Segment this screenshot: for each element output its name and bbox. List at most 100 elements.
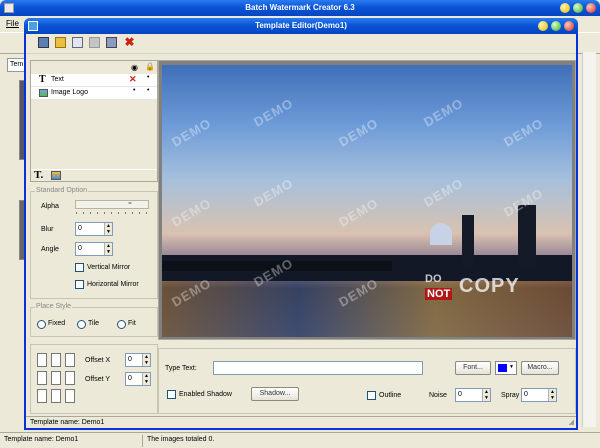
spray-input[interactable]: 0 ▲ ▼ bbox=[521, 388, 557, 402]
editor-title-bar: Template Editor(Demo1) bbox=[24, 18, 578, 34]
shadow-button[interactable]: Shadow... bbox=[251, 387, 299, 401]
offset-x-label: Offset X bbox=[85, 357, 111, 364]
offset-y-input[interactable]: 0 ▲ ▼ bbox=[125, 372, 151, 386]
angle-input[interactable]: 0 ▲ ▼ bbox=[75, 242, 113, 256]
status-total: The images totaled 0. bbox=[147, 436, 215, 443]
align-middle-left-button[interactable] bbox=[37, 371, 47, 385]
align-center-button[interactable] bbox=[51, 371, 61, 385]
place-tile-radio[interactable] bbox=[77, 320, 86, 329]
main-title-bar: Batch Watermark Creator 6.3 bbox=[0, 0, 600, 16]
menu-file[interactable]: File bbox=[6, 19, 19, 28]
add-image-layer-icon[interactable] bbox=[51, 171, 61, 180]
layer-panel: ◉ 🔒 T Text ✕ • Image Logo • • T. bbox=[30, 60, 158, 182]
resize-grip-icon[interactable]: ◢ bbox=[569, 418, 574, 426]
align-top-center-button[interactable] bbox=[51, 353, 61, 367]
preview-image[interactable]: DEMO DEMO DEMO DEMO DEMO DEMO DEMO DEMO … bbox=[162, 65, 572, 337]
align-top-left-button[interactable] bbox=[37, 353, 47, 367]
editor-status-text: Template name: Demo1 bbox=[30, 419, 105, 426]
offset-group: Offset X 0 ▲ ▼ Offset Y 0 ▲ ▼ bbox=[30, 344, 158, 414]
text-icon: T bbox=[39, 74, 46, 85]
layer-lock-dot-icon[interactable]: • bbox=[147, 74, 149, 81]
delete-icon[interactable]: ✖ bbox=[124, 36, 135, 48]
angle-spin-down[interactable]: ▼ bbox=[104, 249, 112, 255]
preview-tower-left bbox=[462, 215, 474, 265]
blur-label: Blur bbox=[41, 226, 54, 233]
open-folder-icon[interactable] bbox=[55, 37, 66, 48]
editor-minimize-button[interactable] bbox=[538, 21, 548, 31]
alpha-slider[interactable]: = bbox=[75, 200, 149, 216]
demo-watermark: DEMO bbox=[421, 175, 466, 210]
color-picker[interactable]: ▼ bbox=[495, 361, 517, 375]
copy-template-icon[interactable] bbox=[72, 37, 83, 48]
layer-row-text[interactable]: T Text ✕ • bbox=[31, 74, 157, 87]
editor-toolbar: ✖ bbox=[26, 34, 576, 54]
place-fit-radio[interactable] bbox=[117, 320, 126, 329]
outline-label: Outline bbox=[379, 392, 402, 399]
demo-watermark: DEMO bbox=[251, 175, 296, 210]
font-button[interactable]: Font... bbox=[455, 361, 491, 375]
blur-spin-down[interactable]: ▼ bbox=[104, 229, 112, 235]
place-style-label: Place Style bbox=[35, 303, 73, 310]
offset-x-spin-down[interactable]: ▼ bbox=[142, 360, 150, 366]
enabled-shadow-checkbox[interactable] bbox=[167, 390, 176, 399]
layer-row-image-logo[interactable]: Image Logo • • bbox=[31, 87, 157, 100]
standard-option-label: Standard Option bbox=[35, 187, 88, 194]
horizontal-mirror-checkbox[interactable] bbox=[75, 280, 84, 289]
visibility-eye-icon[interactable]: ◉ bbox=[131, 63, 138, 72]
layer-hidden-icon[interactable]: ✕ bbox=[129, 74, 137, 85]
new-template-icon[interactable] bbox=[38, 37, 49, 48]
align-bottom-left-button[interactable] bbox=[37, 389, 47, 403]
offset-y-spin-down[interactable]: ▼ bbox=[142, 379, 150, 385]
editor-close-button[interactable] bbox=[564, 21, 574, 31]
layer-lock-dot-icon[interactable]: • bbox=[147, 87, 149, 94]
align-middle-right-button[interactable] bbox=[65, 371, 75, 385]
template-editor-window: Template Editor(Demo1) ✖ ◉ 🔒 T Text ✕ • … bbox=[24, 18, 578, 430]
type-text-label: Type Text: bbox=[165, 365, 197, 372]
logo-not: NOT bbox=[425, 288, 453, 300]
place-fixed-radio[interactable] bbox=[37, 320, 46, 329]
vertical-mirror-checkbox[interactable] bbox=[75, 263, 84, 272]
main-statusbar: Template name: Demo1 The images totaled … bbox=[0, 432, 600, 448]
demo-watermark: DEMO bbox=[336, 115, 381, 150]
noise-spin-down[interactable]: ▼ bbox=[482, 395, 490, 401]
close-button[interactable] bbox=[586, 3, 596, 13]
save-template-icon[interactable] bbox=[106, 37, 117, 48]
vertical-mirror-label: Vertical Mirror bbox=[87, 264, 131, 271]
layer-visible-dot-icon[interactable]: • bbox=[133, 87, 135, 94]
spray-spin-down[interactable]: ▼ bbox=[548, 395, 556, 401]
align-bottom-center-button[interactable] bbox=[51, 389, 61, 403]
enabled-shadow-label: Enabled Shadow bbox=[179, 391, 232, 398]
align-bottom-right-button[interactable] bbox=[65, 389, 75, 403]
editor-maximize-button[interactable] bbox=[551, 21, 561, 31]
chevron-down-icon[interactable]: ▼ bbox=[509, 364, 514, 370]
logo-copy: COPY bbox=[459, 275, 520, 297]
do-not-copy-logo[interactable]: DO NOT COPY bbox=[425, 273, 549, 305]
main-scrollbar[interactable] bbox=[582, 52, 596, 427]
macro-button[interactable]: Macro... bbox=[521, 361, 559, 375]
main-title: Batch Watermark Creator 6.3 bbox=[245, 3, 355, 12]
align-top-right-button[interactable] bbox=[65, 353, 75, 367]
color-swatch bbox=[498, 364, 507, 372]
disabled-tool-icon[interactable] bbox=[89, 37, 100, 48]
demo-watermark: DEMO bbox=[169, 195, 214, 230]
text-controls-panel: Type Text: Font... ▼ Macro... Enabled Sh… bbox=[158, 348, 576, 414]
maximize-button[interactable] bbox=[573, 3, 583, 13]
blur-input[interactable]: 0 ▲ ▼ bbox=[75, 222, 113, 236]
preview-tower-right bbox=[518, 205, 536, 265]
demo-watermark: DEMO bbox=[501, 115, 546, 150]
offset-x-input[interactable]: 0 ▲ ▼ bbox=[125, 353, 151, 367]
place-tile-label: Tile bbox=[88, 320, 100, 327]
alpha-label: Alpha bbox=[41, 203, 59, 210]
standard-option-group: Standard Option Alpha = Blur 0 ▲ ▼ Angle… bbox=[30, 187, 158, 299]
add-text-layer-icon[interactable]: T. bbox=[34, 169, 43, 181]
app-icon bbox=[4, 3, 14, 13]
layer-name: Image Logo bbox=[51, 89, 88, 96]
noise-input[interactable]: 0 ▲ ▼ bbox=[455, 388, 491, 402]
alpha-slider-thumb[interactable]: = bbox=[127, 201, 133, 208]
lock-icon[interactable]: 🔒 bbox=[145, 62, 155, 71]
outline-checkbox[interactable] bbox=[367, 391, 376, 400]
offset-y-label: Offset Y bbox=[85, 376, 111, 383]
minimize-button[interactable] bbox=[560, 3, 570, 13]
type-text-input[interactable] bbox=[213, 361, 423, 375]
editor-statusbar: Template name: Demo1 ◢ bbox=[26, 416, 576, 428]
